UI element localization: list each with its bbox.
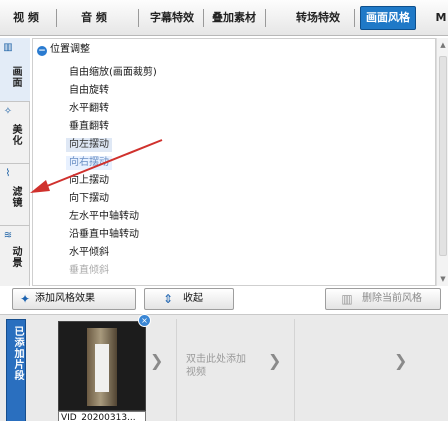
top-tab-bar: 视 频 音 频 字幕特效 叠加素材 转场特效 画面风格 M [0,0,448,36]
scrollbar-thumb[interactable] [439,56,447,256]
list-item-selected[interactable]: 向左摆动 [66,138,112,152]
tab-separator [56,9,57,27]
chevron-right-icon: ❯ [150,351,164,370]
clip-thumbnail[interactable] [58,321,146,411]
sparkle-icon: ✧ [3,106,13,117]
category-beautify[interactable]: ✧ 美化 [0,102,30,164]
chevron-right-icon: ❯ [394,351,408,370]
video-clip[interactable]: VID_20200313... × [58,314,151,421]
added-clips-label: 已添加片段 [12,326,23,381]
delete-current-style-button[interactable]: ▥ 删除当前风格 [325,288,441,310]
tab-separator [138,9,139,27]
picture-icon: ▥ [3,42,13,53]
category-label: 画面 [10,66,21,88]
action-button-row: ✦ 添加风格效果 ⇕ 收起 ▥ 删除当前风格 [0,288,448,310]
category-motion[interactable]: ≋ 动景 [0,226,30,286]
scroll-down-icon[interactable]: ▼ [438,274,448,284]
list-scrollbar[interactable]: ▲ ▼ [436,38,448,286]
list-item[interactable]: 向右摆动 [66,156,112,170]
collapse-button[interactable]: ⇕ 收起 [144,288,234,310]
video-editor-window: 视 频 音 频 字幕特效 叠加素材 转场特效 画面风格 M ▥ 画面 ✧ 美化 … [0,0,448,421]
add-style-effect-label: 添加风格效果 [35,293,95,304]
collapse-icon: ⇕ [162,292,174,306]
tab-audio[interactable]: 音 频 [76,8,112,28]
list-item[interactable]: 向下摆动 [69,192,109,206]
tab-separator [203,9,204,27]
filter-icon: ⌇ [5,168,11,179]
tab-overlay-materials[interactable]: 叠加素材 [206,8,262,28]
scroll-up-icon[interactable]: ▲ [438,40,448,50]
group-header[interactable]: − 位置调整 [37,43,90,57]
list-item[interactable]: 垂直倾斜 [69,264,109,278]
list-item[interactable]: 水平翻转 [69,102,109,116]
waves-icon: ≋ [3,230,13,241]
thumbnail-image-detail [95,344,109,392]
list-item[interactable]: 沿垂直中轴转动 [69,228,139,242]
tab-picture-style[interactable]: 画面风格 [360,6,416,30]
category-label: 美化 [10,124,21,146]
added-clips-panel: 已添加片段 VID_20200313... × ❯ 双击此处添加视频 ❯ ❯ [0,314,448,421]
category-label: 滤镜 [10,186,21,208]
close-icon[interactable]: × [138,314,151,327]
added-clips-tab[interactable]: 已添加片段 [6,319,26,421]
tab-separator [354,9,355,27]
list-item[interactable]: 水平倾斜 [69,246,109,260]
chevron-right-icon: ❯ [268,351,282,370]
list-item[interactable]: 向上摆动 [69,174,109,188]
tab-video[interactable]: 视 频 [8,8,44,28]
list-item[interactable]: 自由缩放(画面裁剪) [69,66,157,80]
list-item[interactable]: 自由旋转 [69,84,109,98]
list-item[interactable]: 垂直翻转 [69,120,109,134]
tab-transition-effects[interactable]: 转场特效 [290,8,346,28]
add-video-hint[interactable]: 双击此处添加视频 [186,353,246,379]
effect-list: − 位置调整 自由缩放(画面裁剪) 自由旋转 水平翻转 垂直翻转 向左摆动 向右摆… [32,38,436,286]
collapse-icon[interactable]: − [37,46,47,56]
collapse-label: 收起 [183,293,203,304]
empty-clip-slot[interactable] [294,319,390,421]
trash-icon: ▥ [341,292,353,306]
tab-more[interactable]: M [434,8,448,28]
category-picture[interactable]: ▥ 画面 [0,38,30,102]
tab-separator [265,9,266,27]
category-strip: ▥ 画面 ✧ 美化 ⌇ 滤镜 ≋ 动景 [0,38,30,286]
group-title: 位置调整 [50,44,90,55]
add-style-effect-button[interactable]: ✦ 添加风格效果 [12,288,136,310]
delete-current-style-label: 删除当前风格 [362,293,422,304]
category-label: 动景 [10,246,21,268]
list-item[interactable]: 左水平中轴转动 [69,210,139,224]
clip-filename: VID_20200313... [58,411,146,421]
category-filter[interactable]: ⌇ 滤镜 [0,164,30,226]
tab-subtitle-effects[interactable]: 字幕特效 [144,8,200,28]
magic-wand-icon: ✦ [19,292,31,306]
